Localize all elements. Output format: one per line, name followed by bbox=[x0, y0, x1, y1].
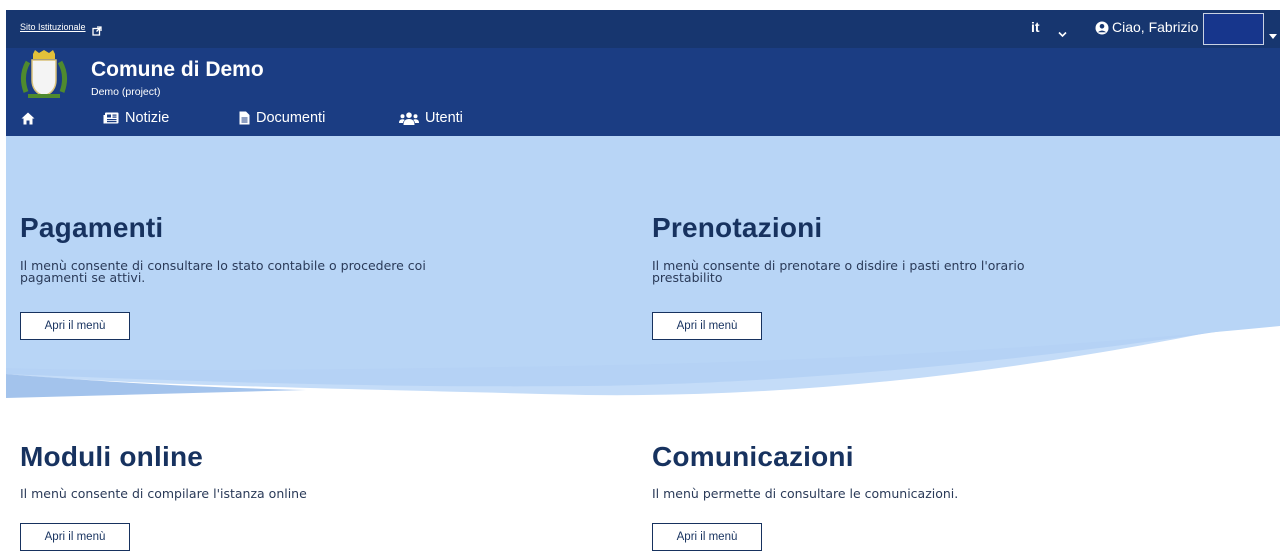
site-header: Comune di Demo Demo (project) Notizie Do… bbox=[6, 48, 1280, 136]
nav-label-documenti: Documenti bbox=[256, 110, 326, 126]
home-icon bbox=[21, 112, 35, 125]
card-description: Il menù consente di compilare l'istanza … bbox=[20, 486, 307, 501]
caret-down-icon[interactable] bbox=[1269, 24, 1277, 43]
open-menu-button[interactable]: Apri il menù bbox=[652, 312, 762, 340]
open-menu-button[interactable]: Apri il menù bbox=[20, 312, 130, 340]
user-greeting[interactable]: Ciao, Fabrizio bbox=[1112, 19, 1198, 35]
nav-home[interactable] bbox=[21, 112, 35, 125]
municipality-crest-logo[interactable] bbox=[18, 50, 70, 106]
nav-label-utenti: Utenti bbox=[425, 110, 463, 126]
card-description-line: prestabilito bbox=[652, 270, 723, 285]
card-title: Comunicazioni bbox=[652, 441, 854, 472]
chevron-down-icon[interactable] bbox=[1058, 23, 1067, 42]
top-bar: Sito Istituzionale it Ciao, Fabrizio bbox=[6, 10, 1280, 48]
user-menu-box[interactable] bbox=[1203, 13, 1264, 45]
open-menu-button[interactable]: Apri il menù bbox=[652, 523, 762, 551]
open-menu-button[interactable]: Apri il menù bbox=[20, 523, 130, 551]
card-title: Moduli online bbox=[20, 441, 204, 472]
left-edge-strip bbox=[0, 0, 6, 548]
language-selector[interactable]: it bbox=[1031, 19, 1040, 35]
document-icon bbox=[239, 111, 250, 125]
card-moduli-online: Moduli online Il menù consente di compil… bbox=[20, 441, 580, 551]
card-title: Prenotazioni bbox=[652, 212, 823, 243]
institutional-site-link[interactable]: Sito Istituzionale bbox=[20, 22, 86, 32]
user-circle-icon bbox=[1095, 20, 1109, 39]
nav-label-notizie: Notizie bbox=[125, 110, 170, 126]
card-title: Pagamenti bbox=[20, 212, 164, 243]
card-description: Il menù consente di consultare lo stato … bbox=[20, 259, 580, 285]
card-description: Il menù consente di prenotare o disdire … bbox=[652, 259, 1212, 285]
card-prenotazioni: Prenotazioni Il menù consente di prenota… bbox=[652, 212, 1212, 342]
newspaper-icon bbox=[103, 112, 119, 124]
card-description-line: pagamenti se attivi. bbox=[20, 270, 146, 285]
card-pagamenti: Pagamenti Il menù consente di consultare… bbox=[20, 212, 580, 342]
users-icon bbox=[399, 111, 419, 125]
site-title[interactable]: Comune di Demo bbox=[91, 58, 264, 82]
external-link-icon bbox=[92, 21, 102, 40]
nav-item-documenti[interactable]: Documenti bbox=[239, 110, 325, 126]
nav-item-notizie[interactable]: Notizie bbox=[103, 110, 169, 126]
card-description: Il menù permette di consultare le comuni… bbox=[652, 486, 959, 501]
site-subtitle: Demo (project) bbox=[91, 86, 161, 98]
card-comunicazioni: Comunicazioni Il menù permette di consul… bbox=[652, 441, 1212, 551]
nav-item-utenti[interactable]: Utenti bbox=[399, 110, 463, 126]
